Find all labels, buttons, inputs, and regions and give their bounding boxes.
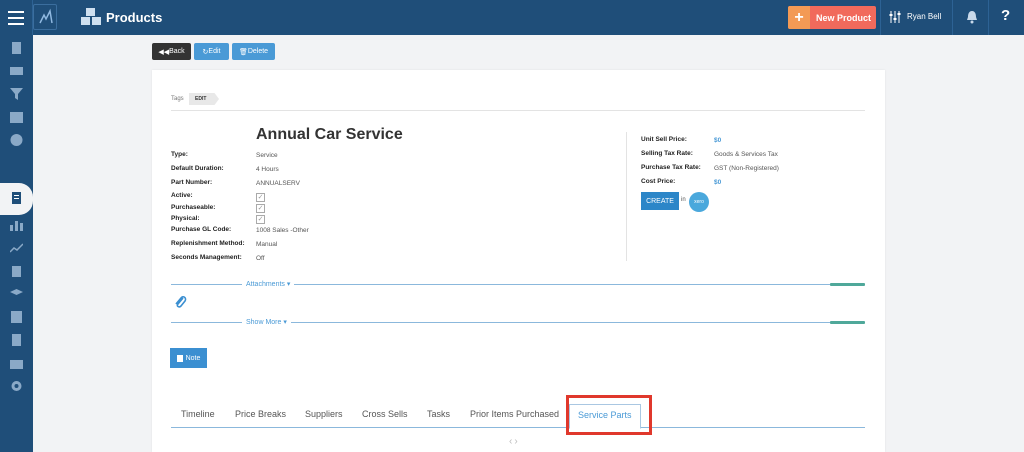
- book-icon[interactable]: [10, 311, 23, 323]
- back-label: Back: [169, 48, 185, 55]
- create-in-xero-button[interactable]: CREATE: [641, 192, 679, 210]
- tab-bar: Timeline Price Breaks Suppliers Cross Se…: [171, 404, 865, 429]
- tab-price-breaks[interactable]: Price Breaks: [235, 404, 286, 428]
- tab-suppliers[interactable]: Suppliers: [305, 404, 343, 428]
- field-label: Purchase GL Code:: [171, 226, 232, 233]
- gear-icon[interactable]: [10, 380, 23, 392]
- bar-chart-icon[interactable]: [10, 219, 23, 231]
- clipboard-icon[interactable]: [10, 265, 23, 277]
- attachments-label: Attachments: [246, 281, 285, 288]
- new-product-button[interactable]: + New Product: [788, 6, 876, 29]
- dollar-icon[interactable]: [10, 134, 23, 146]
- tags-edit-button[interactable]: EDIT: [189, 93, 219, 105]
- divider: [880, 0, 881, 35]
- edit-button[interactable]: ↻ Edit: [194, 43, 229, 60]
- show-more-toggle[interactable]: Show More ▾: [242, 318, 291, 326]
- tab-prior-items-purchased[interactable]: Prior Items Purchased: [470, 404, 559, 428]
- trend-icon[interactable]: [10, 242, 23, 254]
- note-button[interactable]: Note: [170, 348, 207, 368]
- product-card: Tags EDIT Annual Car Service Type: Servi…: [152, 70, 885, 452]
- page-title: Products: [106, 10, 163, 25]
- edit-label: Edit: [208, 48, 221, 55]
- tab-cross-sells[interactable]: Cross Sells: [362, 404, 408, 428]
- pricing-value: $0: [714, 179, 722, 186]
- filter-icon[interactable]: [10, 88, 23, 100]
- pricing-value: $0: [714, 137, 722, 144]
- highlight-box: [566, 395, 652, 435]
- attachments-toggle[interactable]: Attachments ▾: [242, 280, 295, 288]
- delete-button[interactable]: 🗑 Delete: [232, 43, 275, 60]
- caret-down-icon: ▾: [283, 319, 287, 326]
- top-bar: Products + New Product Ryan Bell ?: [0, 0, 1024, 35]
- field-value: ANNUALSERV: [256, 180, 300, 187]
- field-label: Seconds Management:: [171, 254, 242, 261]
- building-icon[interactable]: [10, 42, 23, 54]
- field-value: Service: [256, 152, 278, 159]
- caret-down-icon: ▾: [286, 281, 291, 288]
- file-icon[interactable]: [10, 334, 23, 346]
- calendar-icon[interactable]: [10, 111, 23, 123]
- bell-icon[interactable]: [965, 10, 979, 24]
- sidebar: [0, 35, 33, 452]
- back-button[interactable]: ◀◀ Back: [152, 43, 191, 60]
- tab-tasks[interactable]: Tasks: [427, 404, 450, 428]
- plus-icon: +: [788, 6, 810, 29]
- field-label: Part Number:: [171, 179, 213, 186]
- card-icon[interactable]: [10, 65, 23, 77]
- trash-icon: 🗑: [238, 48, 248, 56]
- divider: [626, 132, 627, 261]
- delete-label: Delete: [247, 48, 269, 55]
- field-value: 1008 Sales -Other: [256, 227, 309, 234]
- note-icon: [176, 354, 183, 362]
- field-label: Active:: [171, 192, 193, 199]
- pricing-value: Goods & Services Tax: [714, 151, 778, 158]
- active-checkbox[interactable]: ✓: [256, 193, 265, 202]
- blank-icon: [10, 183, 23, 195]
- user-name[interactable]: Ryan Bell: [907, 12, 941, 21]
- back-arrow-icon: ◀◀: [158, 48, 170, 56]
- purchaseable-checkbox[interactable]: ✓: [256, 204, 265, 213]
- briefcase-icon[interactable]: [10, 357, 23, 369]
- pricing-value: GST (Non-Registered): [714, 165, 779, 172]
- help-icon[interactable]: ?: [1001, 7, 1010, 24]
- field-value: 4 Hours: [256, 166, 279, 173]
- physical-checkbox[interactable]: ✓: [256, 215, 265, 224]
- show-more-label: Show More: [246, 319, 282, 326]
- in-label: in: [681, 197, 686, 203]
- field-value: Off: [256, 255, 265, 262]
- field-label: Default Duration:: [171, 165, 224, 172]
- divider: [171, 110, 865, 111]
- pricing-label: Purchase Tax Rate:: [641, 164, 701, 171]
- settings-sliders-icon[interactable]: [889, 11, 901, 23]
- field-label: Type:: [171, 151, 188, 158]
- field-label: Physical:: [171, 215, 200, 222]
- pricing-label: Unit Sell Price:: [641, 136, 687, 143]
- pager-chevrons-icon[interactable]: ‹›: [509, 436, 520, 447]
- app-logo[interactable]: [33, 4, 57, 30]
- field-label: Replenishment Method:: [171, 240, 245, 247]
- graduation-icon[interactable]: [10, 288, 23, 300]
- section-indicator: [830, 321, 865, 324]
- tags-label: Tags: [171, 96, 184, 102]
- field-value: Manual: [256, 241, 278, 248]
- new-product-label: New Product: [816, 12, 872, 23]
- divider: [952, 0, 953, 35]
- product-title: Annual Car Service: [256, 126, 403, 143]
- note-label: Note: [185, 354, 201, 362]
- pricing-label: Cost Price:: [641, 178, 676, 185]
- paperclip-icon[interactable]: [173, 294, 187, 310]
- divider: [988, 0, 989, 35]
- boxes-icon: [81, 8, 101, 25]
- tab-timeline[interactable]: Timeline: [181, 404, 215, 428]
- pricing-label: Selling Tax Rate:: [641, 150, 693, 157]
- logo-icon: [39, 8, 53, 24]
- hamburger-menu-button[interactable]: [0, 0, 33, 35]
- xero-logo: xero: [689, 192, 709, 212]
- field-label: Purchaseable:: [171, 204, 216, 211]
- section-indicator: [830, 283, 865, 286]
